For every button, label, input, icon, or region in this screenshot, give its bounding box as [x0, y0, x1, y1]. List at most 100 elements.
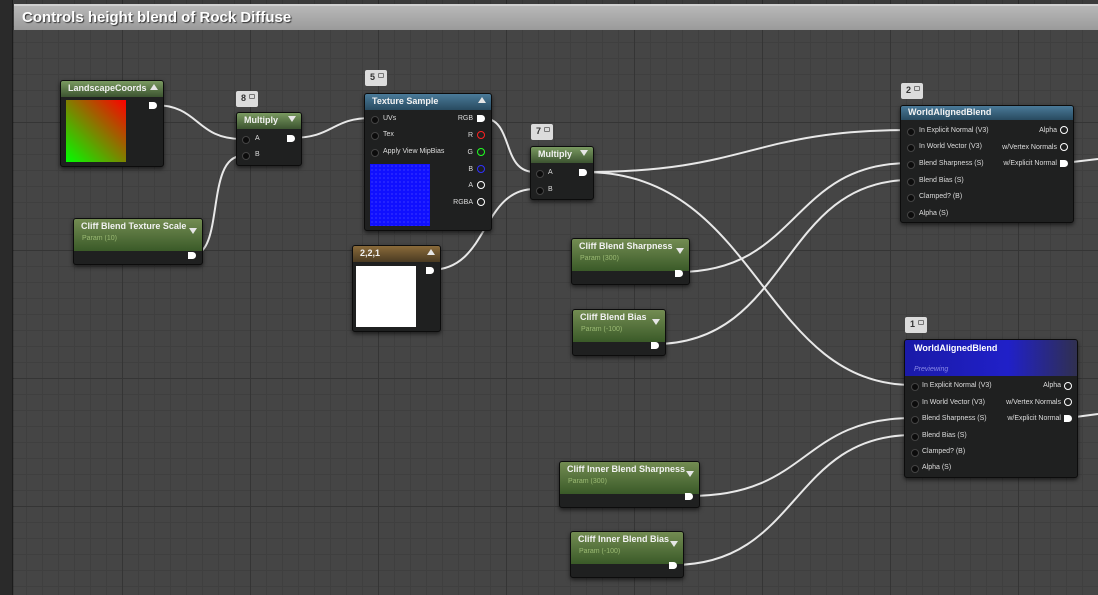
output-pin-r[interactable] — [477, 131, 485, 139]
node-index-badge: 5 — [365, 70, 387, 86]
collapse-arrow-icon[interactable] — [676, 248, 684, 254]
multiply-node-b[interactable]: Multiply A B — [530, 146, 594, 200]
collapse-arrow-icon[interactable] — [189, 228, 197, 234]
connection-wires — [153, 104, 1098, 566]
output-pin[interactable] — [149, 102, 157, 109]
collapse-arrow-icon[interactable] — [580, 150, 588, 156]
output-pin[interactable] — [188, 252, 196, 259]
collapse-arrow-icon[interactable] — [288, 116, 296, 122]
pin-label-explicit-normal-out: w/Explicit Normal — [1003, 160, 1057, 167]
output-pin[interactable] — [287, 135, 295, 142]
input-pin-b[interactable] — [536, 187, 544, 195]
output-pin-explicit-normal[interactable] — [1064, 415, 1072, 422]
param-default-value: Param (300) — [568, 478, 607, 485]
input-pin-a[interactable] — [242, 136, 250, 144]
pin-label-world-vector: In World Vector (V3) — [922, 399, 985, 406]
node-header: Multiply — [531, 147, 593, 163]
input-pin-b[interactable] — [242, 152, 250, 160]
input-pin-clamped[interactable] — [907, 194, 915, 202]
output-pin[interactable] — [651, 342, 659, 349]
node-index-badge: 7 — [531, 124, 553, 140]
output-pin-alpha[interactable] — [1064, 382, 1072, 390]
wire-sharpness-to-top — [677, 162, 911, 273]
collapse-arrow-icon[interactable] — [427, 249, 435, 255]
cliff-inner-blend-bias-node[interactable]: Cliff Inner Blend Bias Param (-100) — [570, 531, 684, 578]
multiply-node-a[interactable]: Multiply A B — [236, 112, 302, 166]
input-pin-blend-sharpness[interactable] — [907, 161, 915, 169]
output-pin-vertex-normals[interactable] — [1064, 398, 1072, 406]
node-title: Multiply — [538, 149, 572, 159]
output-pin-rgba[interactable] — [477, 198, 485, 206]
pin-label-blend-bias: Blend Bias (S) — [919, 177, 964, 184]
node-header: LandscapeCoords — [61, 81, 163, 97]
wire-coords-to-multiply-a — [153, 104, 243, 140]
pin-label-b-out: B — [468, 166, 473, 173]
collapse-arrow-icon[interactable] — [478, 97, 486, 103]
node-title: Cliff Blend Sharpness — [579, 241, 673, 251]
node-header: Cliff Blend Sharpness Param (300) — [572, 239, 689, 271]
input-pin-world-vector[interactable] — [907, 144, 915, 152]
output-pin[interactable] — [685, 493, 693, 500]
node-title: Texture Sample — [372, 96, 439, 106]
input-pin-alpha[interactable] — [911, 465, 919, 473]
output-pin-b[interactable] — [477, 165, 485, 173]
output-pin[interactable] — [675, 270, 683, 277]
input-pin-mipbias[interactable] — [371, 149, 379, 157]
input-pin-explicit-normal[interactable] — [911, 383, 919, 391]
pin-label-vertex-normals: w/Vertex Normals — [1002, 144, 1057, 151]
pin-label-alpha-out: Alpha — [1043, 382, 1061, 389]
cliff-inner-blend-sharpness-node[interactable]: Cliff Inner Blend Sharpness Param (300) — [559, 461, 700, 508]
input-pin-explicit-normal[interactable] — [907, 128, 915, 136]
pin-label-g: G — [467, 149, 473, 156]
node-index-badge: 2 — [901, 83, 923, 99]
wire-bias-to-top — [654, 179, 911, 345]
previewing-status: Previewing — [914, 366, 949, 373]
input-pin-a[interactable] — [536, 170, 544, 178]
collapse-arrow-icon[interactable] — [150, 84, 158, 90]
texture-preview — [370, 164, 430, 226]
pin-label-tex: Tex — [383, 131, 394, 138]
cliff-blend-sharpness-node[interactable]: Cliff Blend Sharpness Param (300) — [571, 238, 690, 285]
input-pin-blend-bias[interactable] — [907, 178, 915, 186]
constant-vector-node[interactable]: 2,2,1 — [352, 245, 441, 332]
node-header: Multiply — [237, 113, 301, 129]
node-title: LandscapeCoords — [68, 83, 147, 93]
node-header: Cliff Inner Blend Bias Param (-100) — [571, 532, 683, 564]
pin-label-alpha-in: Alpha (S) — [919, 210, 949, 217]
cliff-blend-bias-node[interactable]: Cliff Blend Bias Param (-100) — [572, 309, 666, 356]
input-pin-uvs[interactable] — [371, 116, 379, 124]
output-pin-explicit-normal[interactable] — [1060, 160, 1068, 167]
input-pin-tex[interactable] — [371, 132, 379, 140]
collapse-arrow-icon[interactable] — [652, 319, 660, 325]
pin-label-rgb: RGB — [457, 115, 473, 122]
output-pin-vertex-normals[interactable] — [1060, 143, 1068, 151]
output-pin[interactable] — [669, 562, 677, 569]
input-pin-blend-bias[interactable] — [911, 433, 919, 441]
node-title: Cliff Blend Texture Scale — [81, 221, 187, 231]
output-pin-g[interactable] — [477, 148, 485, 156]
input-pin-blend-sharpness[interactable] — [911, 416, 919, 424]
wire-inner-bias-to-bottom — [672, 434, 914, 566]
texture-sample-node[interactable]: Texture Sample UVs Tex Apply View MipBia… — [364, 93, 492, 231]
collapse-arrow-icon[interactable] — [686, 471, 694, 477]
output-pin-a[interactable] — [477, 181, 485, 189]
output-pin-alpha[interactable] — [1060, 126, 1068, 134]
preview-thumbnail — [66, 100, 126, 162]
wire-inner-sharpness-to-bottom — [689, 417, 914, 497]
pin-label-world-vector: In World Vector (V3) — [919, 143, 982, 150]
node-title: WorldAlignedBlend — [908, 107, 992, 117]
input-pin-alpha[interactable] — [907, 211, 915, 219]
world-aligned-blend-node-top[interactable]: WorldAlignedBlend In Explicit Normal (V3… — [900, 105, 1074, 223]
output-pin[interactable] — [426, 267, 434, 274]
input-pin-world-vector[interactable] — [911, 400, 919, 408]
cliff-blend-texture-scale-node[interactable]: Cliff Blend Texture Scale Param (10) — [73, 218, 203, 265]
node-index-badge: 1 — [905, 317, 927, 333]
output-pin[interactable] — [579, 169, 587, 176]
world-aligned-blend-node-bottom[interactable]: WorldAlignedBlend Previewing In Explicit… — [904, 339, 1078, 478]
input-pin-clamped[interactable] — [911, 449, 919, 457]
output-pin-rgb[interactable] — [477, 115, 485, 122]
param-default-value: Param (300) — [580, 255, 619, 262]
constant-preview — [356, 266, 416, 327]
collapse-arrow-icon[interactable] — [670, 541, 678, 547]
landscape-coords-node[interactable]: LandscapeCoords — [60, 80, 164, 167]
